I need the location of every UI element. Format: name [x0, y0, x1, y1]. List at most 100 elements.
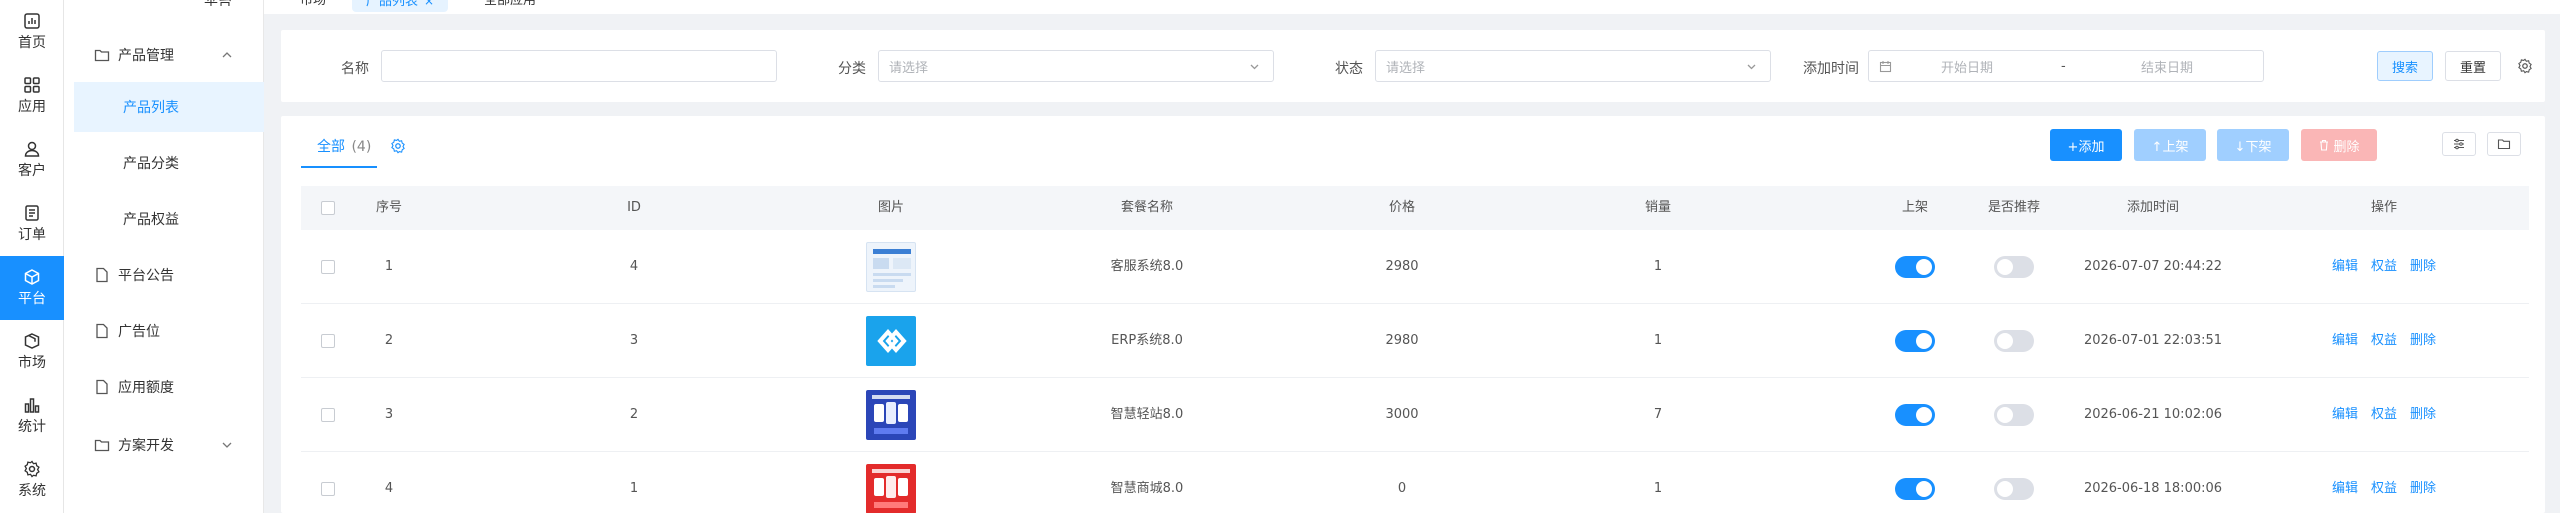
apps-grid-icon [24, 77, 40, 93]
search-button[interactable]: 搜索 [2377, 51, 2433, 81]
bulk-delete-button[interactable]: 删除 [2301, 129, 2377, 161]
on-shelf-toggle[interactable] [1895, 256, 1935, 278]
edit-link[interactable]: 编辑 [2332, 230, 2358, 304]
tab-product-list[interactable]: 产品列表 × [352, 0, 449, 12]
edit-link[interactable]: 编辑 [2332, 452, 2358, 513]
rail-label: 订单 [18, 227, 46, 243]
add-button[interactable]: +添加 [2050, 129, 2122, 161]
tab-all-products[interactable]: 全部 (4) [317, 136, 371, 156]
rail-item-market[interactable]: 市场 [0, 320, 64, 384]
column-filter-button[interactable] [2442, 132, 2476, 156]
document-icon [96, 267, 108, 283]
rail-item-orders[interactable]: 订单 [0, 192, 64, 256]
tab-market[interactable]: 市场 [286, 0, 340, 12]
status-label: 状态 [1335, 61, 1363, 77]
category-select[interactable]: 请选择 [878, 50, 1274, 82]
product-thumbnail[interactable] [866, 316, 916, 366]
rail-item-stats[interactable]: 统计 [0, 384, 64, 448]
submenu-group-solution-dev[interactable]: 方案开发 [64, 420, 264, 470]
export-folder-button[interactable] [2487, 132, 2521, 156]
on-shelf-toggle[interactable] [1895, 478, 1935, 500]
cell-price: 3000 [1385, 407, 1419, 422]
row-checkbox[interactable] [321, 334, 335, 348]
date-range-picker[interactable]: 开始日期 - 结束日期 [1868, 50, 2264, 82]
on-shelf-toggle[interactable] [1895, 330, 1935, 352]
cell-id: 1 [629, 481, 639, 496]
folder-icon [94, 49, 110, 62]
cell-name: 智慧商城8.0 [1110, 481, 1184, 496]
table-row: 2 3 ERP系统8.0 2980 1 2026-07-01 22:03:51 … [301, 304, 2529, 378]
col-sales: 销量 [1644, 200, 1672, 215]
select-all-checkbox[interactable] [321, 201, 335, 215]
off-shelf-button[interactable]: ↓下架 [2217, 129, 2289, 161]
delete-link[interactable]: 删除 [2410, 230, 2436, 304]
product-thumbnail[interactable] [866, 464, 916, 513]
tab-settings-icon[interactable] [390, 138, 406, 154]
row-checkbox[interactable] [321, 482, 335, 496]
tab-all-label: 全部 [317, 139, 345, 155]
on-shelf-toggle[interactable] [1895, 404, 1935, 426]
cell-sales: 1 [1653, 259, 1663, 274]
recommend-toggle[interactable] [1994, 478, 2034, 500]
rail-item-platform[interactable]: 平台 [0, 256, 64, 320]
rail-label: 系统 [18, 483, 46, 499]
recommend-toggle[interactable] [1994, 404, 2034, 426]
delete-link[interactable]: 删除 [2410, 378, 2436, 452]
product-table-card: 全部 (4) +添加 ↑上架 ↓下架 删除 序号 ID 图片 套餐名称 价格 销… [281, 116, 2545, 513]
tab-all-apps[interactable]: 全部应用 [470, 0, 550, 12]
submenu-item-product-list[interactable]: 产品列表 [74, 82, 264, 132]
category-placeholder: 请选择 [889, 60, 929, 76]
submenu-item-product-category[interactable]: 产品分类 [74, 138, 264, 188]
submenu-label: 产品管理 [118, 48, 174, 64]
name-input[interactable] [381, 50, 777, 82]
date-separator: - [2061, 58, 2066, 74]
submenu-item-product-rights[interactable]: 产品权益 [74, 194, 264, 244]
recommend-toggle[interactable] [1994, 256, 2034, 278]
submenu-group-product-management[interactable]: 产品管理 [64, 30, 264, 80]
cell-price: 2980 [1385, 259, 1419, 274]
trash-icon [2320, 139, 2329, 151]
edit-link[interactable]: 编辑 [2332, 378, 2358, 452]
tab-label: 市场 [300, 0, 327, 8]
cell-price: 0 [1397, 481, 1407, 496]
col-image: 图片 [877, 200, 905, 215]
submenu: 平台 产品管理 产品列表 产品分类 产品权益 平台公告 广告位 应用额度 [64, 0, 264, 513]
toggle-knob [1916, 481, 1932, 497]
toggle-knob [1916, 259, 1932, 275]
status-select[interactable]: 请选择 [1375, 50, 1771, 82]
submenu-item-ad-slot[interactable]: 广告位 [64, 306, 264, 356]
thumbnail-image-erp [877, 328, 907, 354]
on-shelf-button[interactable]: ↑上架 [2134, 129, 2206, 161]
cube-icon [24, 269, 40, 285]
submenu-item-app-quota[interactable]: 应用额度 [64, 362, 264, 412]
close-icon[interactable]: × [424, 0, 434, 8]
delete-link[interactable]: 删除 [2410, 304, 2436, 378]
product-thumbnail[interactable] [866, 390, 916, 440]
rights-link[interactable]: 权益 [2371, 378, 2397, 452]
rail-item-apps[interactable]: 应用 [0, 64, 64, 128]
col-actions: 操作 [2370, 200, 2398, 215]
document-icon [96, 323, 108, 339]
name-label: 名称 [341, 61, 369, 77]
row-checkbox[interactable] [321, 408, 335, 422]
toggle-knob [1916, 407, 1932, 423]
rights-link[interactable]: 权益 [2371, 304, 2397, 378]
rail-item-customer[interactable]: 客户 [0, 128, 64, 192]
edit-link[interactable]: 编辑 [2332, 304, 2358, 378]
rail-item-system[interactable]: 系统 [0, 448, 64, 512]
row-checkbox[interactable] [321, 260, 335, 274]
reset-button[interactable]: 重置 [2445, 51, 2501, 81]
rights-link[interactable]: 权益 [2371, 452, 2397, 513]
recommend-toggle[interactable] [1994, 330, 2034, 352]
bulk-delete-label: 删除 [2333, 139, 2360, 155]
table-row: 1 4 客服系统8.0 2980 1 2026-07-07 20:44:22 编… [301, 230, 2529, 304]
delete-link[interactable]: 删除 [2410, 452, 2436, 513]
product-thumbnail[interactable] [866, 242, 916, 292]
market-box-icon [24, 333, 40, 349]
settings-gear-icon[interactable] [2517, 58, 2533, 74]
rail-item-home[interactable]: 首页 [0, 0, 64, 64]
col-recommend: 是否推荐 [1987, 200, 2041, 215]
submenu-item-announcement[interactable]: 平台公告 [64, 250, 264, 300]
rights-link[interactable]: 权益 [2371, 230, 2397, 304]
chevron-down-icon [222, 442, 232, 448]
